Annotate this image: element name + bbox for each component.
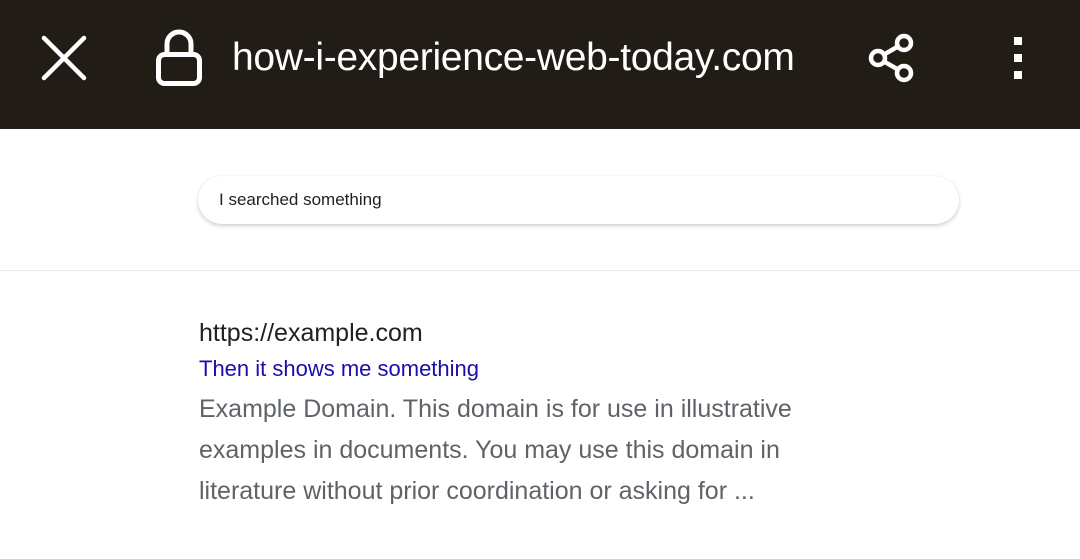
lock-icon[interactable] (152, 26, 206, 88)
result-snippet-line: examples in documents. You may use this … (199, 436, 780, 464)
close-button[interactable] (34, 28, 94, 88)
browser-toolbar: how-i-experience-web-today.com (0, 0, 1080, 129)
share-icon (868, 33, 914, 83)
share-button[interactable] (860, 28, 924, 88)
result-url[interactable]: https://example.com (199, 315, 839, 351)
search-result: https://example.com Then it shows me som… (199, 315, 839, 512)
more-vert-icon (1014, 37, 1022, 79)
result-title-link[interactable]: Then it shows me something (199, 351, 839, 387)
search-query-text: I searched something (219, 190, 382, 209)
address-bar-url[interactable]: how-i-experience-web-today.com (232, 33, 795, 83)
more-menu-button[interactable] (990, 28, 1046, 88)
search-input[interactable]: I searched something (198, 176, 959, 224)
result-snippet-line: literature without prior coordination or… (199, 477, 755, 505)
result-snippet: Example Domain. This domain is for use i… (199, 389, 839, 512)
search-header: I searched something (0, 129, 1080, 271)
result-snippet-line: Example Domain. This domain is for use i… (199, 395, 792, 423)
close-icon (41, 35, 87, 81)
